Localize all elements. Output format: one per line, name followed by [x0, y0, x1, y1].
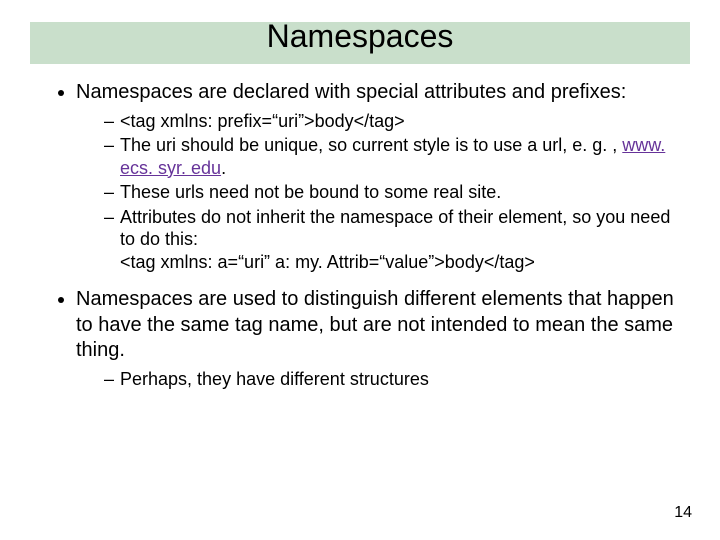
bullet-2: Namespaces are used to distinguish diffe… — [76, 287, 688, 390]
bullet-2-sub-1: Perhaps, they have different structures — [104, 368, 688, 391]
slide-body: Namespaces are declared with special att… — [50, 80, 688, 404]
sub-pre: The uri should be unique, so current sty… — [120, 135, 622, 155]
slide: Namespaces Namespaces are declared with … — [0, 0, 720, 540]
sub-text: These urls need not be bound to some rea… — [120, 182, 501, 202]
bullet-1-sub: <tag xmlns: prefix=“uri”>body</tag> The … — [76, 110, 688, 274]
bullet-2-sub: Perhaps, they have different structures — [76, 368, 688, 391]
sub-post: . — [221, 158, 226, 178]
sub-text: Perhaps, they have different structures — [120, 369, 429, 389]
slide-title: Namespaces — [0, 18, 720, 55]
bullet-1-sub-3: These urls need not be bound to some rea… — [104, 181, 688, 204]
sub-text: Attributes do not inherit the namespace … — [120, 207, 670, 272]
bullet-1-sub-4: Attributes do not inherit the namespace … — [104, 206, 688, 274]
bullet-list: Namespaces are declared with special att… — [50, 80, 688, 390]
bullet-1: Namespaces are declared with special att… — [76, 80, 688, 273]
page-number: 14 — [674, 504, 692, 522]
sub-text: <tag xmlns: prefix=“uri”>body</tag> — [120, 111, 405, 131]
bullet-1-text: Namespaces are declared with special att… — [76, 81, 626, 103]
bullet-1-sub-2: The uri should be unique, so current sty… — [104, 134, 688, 179]
bullet-1-sub-1: <tag xmlns: prefix=“uri”>body</tag> — [104, 110, 688, 133]
bullet-2-text: Namespaces are used to distinguish diffe… — [76, 288, 674, 361]
